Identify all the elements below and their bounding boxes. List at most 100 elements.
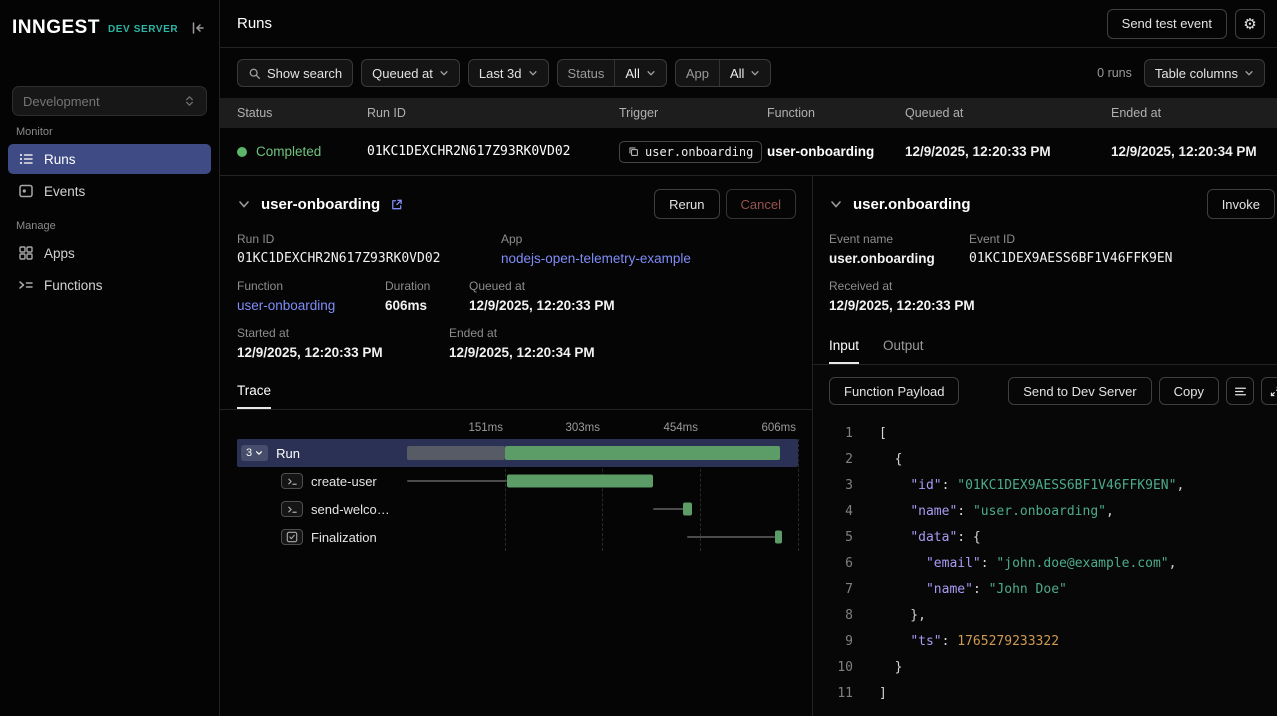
sidebar-item-functions[interactable]: Functions — [8, 270, 211, 300]
expand-icon — [1269, 385, 1277, 398]
field-ended-at: Ended at 12/9/2025, 12:20:34 PM — [449, 326, 595, 360]
invoke-button[interactable]: Invoke — [1207, 189, 1275, 219]
function-payload-button[interactable]: Function Payload — [829, 377, 959, 405]
code-line: 4 "name": "user.onboarding", — [829, 499, 1277, 525]
trace-row-finalization[interactable]: Finalization — [237, 523, 798, 551]
run-detail-panel: user-onboarding Rerun Cancel Run ID 01KC… — [220, 176, 813, 716]
send-to-dev-server-button[interactable]: Send to Dev Server — [1008, 377, 1151, 405]
axis-tick-label: 454ms — [663, 422, 700, 434]
chevron-down-icon — [1244, 68, 1254, 78]
events-icon — [18, 183, 34, 199]
topbar: Runs Send test event ⚙ — [220, 0, 1277, 48]
trace-bar-bar-gray — [407, 446, 505, 460]
column-header-queued-at: Queued at — [905, 106, 1111, 120]
inngest-logo: INNGEST — [12, 17, 100, 39]
chevron-down-icon — [528, 68, 538, 78]
dev-server-badge: DEV SERVER — [108, 24, 178, 35]
terminal-step-icon — [281, 473, 303, 489]
tab-trace[interactable]: Trace — [237, 383, 271, 409]
line-number: 7 — [829, 577, 853, 603]
run-id-cell: 01KC1DEXCHR2N617Z93RK0VD02 — [367, 144, 619, 159]
chevron-down-icon — [646, 68, 656, 78]
code-text: "email": "john.doe@example.com", — [879, 551, 1176, 577]
field-run-id: Run ID 01KC1DEXCHR2N617Z93RK0VD02 — [237, 232, 501, 266]
show-search-button[interactable]: Show search — [237, 59, 353, 87]
code-text: } — [879, 655, 902, 681]
function-link[interactable]: user-onboarding — [237, 298, 385, 313]
code-text: { — [879, 447, 902, 473]
environment-select-value: Development — [23, 94, 100, 109]
code-text: "ts": 1765279233322 — [879, 629, 1059, 655]
status-filter[interactable]: Status All — [557, 59, 667, 87]
trigger-cell: user.onboarding — [619, 141, 767, 163]
event-title: user.onboarding — [853, 196, 971, 213]
page-title: Runs — [237, 15, 272, 32]
sidebar-item-runs[interactable]: Runs — [8, 144, 211, 174]
ended-at-cell: 12/9/2025, 12:20:34 PM — [1111, 144, 1277, 159]
lines-icon — [1234, 385, 1247, 398]
sidebar-item-apps[interactable]: Apps — [8, 238, 211, 268]
line-number: 2 — [829, 447, 853, 473]
search-icon — [248, 67, 261, 80]
expand-button[interactable] — [1261, 377, 1277, 405]
trace-rows: 3 Run create-user send-welco… Finalization — [237, 439, 798, 551]
cancel-button[interactable]: Cancel — [726, 189, 796, 219]
event-tabs: Input Output — [813, 326, 1277, 365]
run-tabs: Trace — [220, 373, 812, 410]
nav-section-label: Monitor — [16, 126, 203, 138]
sidebar-nav: MonitorRunsEventsManageAppsFunctions — [0, 116, 219, 302]
axis-tick-label: 606ms — [761, 422, 798, 434]
trace-span-label: send-welco… — [311, 502, 390, 517]
main-area: Runs Send test event ⚙ Show search Queue… — [220, 0, 1277, 716]
settings-button[interactable]: ⚙ — [1235, 9, 1265, 39]
line-number: 1 — [829, 421, 853, 447]
table-row[interactable]: Completed 01KC1DEXCHR2N617Z93RK0VD02 use… — [220, 128, 1277, 176]
code-text: "id": "01KC1DEX9AESS6BF1V46FFK9EN", — [879, 473, 1184, 499]
wrap-lines-button[interactable] — [1226, 377, 1254, 405]
code-line: 7 "name": "John Doe" — [829, 577, 1277, 603]
queued-at-cell: 12/9/2025, 12:20:33 PM — [905, 144, 1111, 159]
column-header-run-id: Run ID — [367, 106, 619, 120]
sidebar-item-events[interactable]: Events — [8, 176, 211, 206]
environment-select[interactable]: Development — [12, 86, 207, 116]
trace-row-send-welco-[interactable]: send-welco… — [237, 495, 798, 523]
tab-output[interactable]: Output — [883, 338, 924, 364]
time-range-dropdown[interactable]: Last 3d — [468, 59, 549, 87]
chevron-down-icon[interactable] — [237, 197, 251, 211]
collapse-sidebar-icon[interactable] — [189, 19, 207, 37]
trace-row-create-user[interactable]: create-user — [237, 467, 798, 495]
trigger-pill[interactable]: user.onboarding — [619, 141, 762, 163]
payload-section: Function Payload Send to Dev Server Copy — [813, 365, 1277, 716]
app-filter[interactable]: App All — [675, 59, 772, 87]
event-detail-panel: user.onboarding Invoke Event name user.o… — [813, 176, 1277, 716]
event-icon — [628, 146, 639, 157]
field-started-at: Started at 12/9/2025, 12:20:33 PM — [237, 326, 449, 360]
app-root: INNGEST DEV SERVER Development Monitor Ru… — [0, 0, 1277, 716]
line-number: 9 — [829, 629, 853, 655]
code-line: 8 }, — [829, 603, 1277, 629]
send-test-event-button[interactable]: Send test event — [1107, 9, 1227, 39]
external-link-icon[interactable] — [390, 198, 403, 211]
table-columns-dropdown[interactable]: Table columns — [1144, 59, 1265, 87]
event-id-value: 01KC1DEX9AESS6BF1V46FFK9EN — [969, 251, 1173, 266]
trace-bar-bar-green — [505, 446, 780, 460]
code-text: "name": "John Doe" — [879, 577, 1067, 603]
line-number: 5 — [829, 525, 853, 551]
column-header-ended-at: Ended at — [1111, 106, 1277, 120]
trace-row-run[interactable]: 3 Run — [237, 439, 798, 467]
collapse-count-badge[interactable]: 3 — [241, 445, 268, 461]
rerun-button[interactable]: Rerun — [654, 189, 719, 219]
table-header: StatusRun IDTriggerFunctionQueued atEnde… — [220, 98, 1277, 128]
trace-span-label: Run — [276, 446, 300, 461]
copy-button[interactable]: Copy — [1159, 377, 1219, 405]
tab-input[interactable]: Input — [829, 338, 859, 364]
runs-icon — [18, 151, 34, 167]
app-link[interactable]: nodejs-open-telemetry-example — [501, 251, 691, 266]
apps-icon — [18, 245, 34, 261]
trace-gridline — [798, 439, 799, 551]
code-line: 9 "ts": 1765279233322 — [829, 629, 1277, 655]
queued-at-dropdown[interactable]: Queued at — [361, 59, 460, 87]
chevron-down-icon[interactable] — [829, 197, 843, 211]
line-number: 8 — [829, 603, 853, 629]
field-event-id: Event ID 01KC1DEX9AESS6BF1V46FFK9EN — [969, 232, 1173, 266]
